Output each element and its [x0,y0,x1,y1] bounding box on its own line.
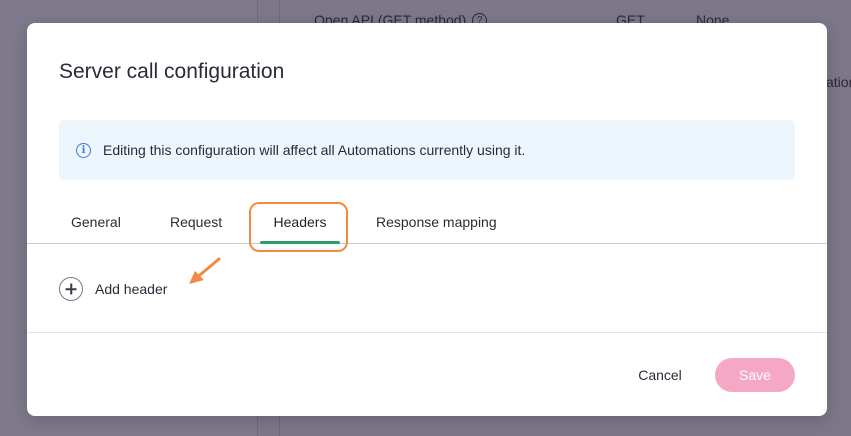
tab-general[interactable]: General [71,200,121,244]
info-banner: i Editing this configuration will affect… [59,120,795,180]
add-header-button[interactable]: Add header [59,277,167,301]
tab-request[interactable]: Request [170,200,222,244]
annotation-highlight-box [249,202,348,252]
server-call-configuration-modal: Server call configuration i Editing this… [27,23,827,416]
add-header-label: Add header [95,281,168,297]
tab-response-mapping[interactable]: Response mapping [376,200,497,244]
footer-divider [27,332,827,333]
info-text: Editing this configuration will affect a… [103,142,526,158]
modal-title: Server call configuration [59,60,285,83]
info-icon: i [76,142,91,158]
plus-circle-icon [59,277,83,301]
cancel-button[interactable]: Cancel [625,358,695,392]
save-button[interactable]: Save [715,358,795,392]
tab-bar: General Request Headers Response mapping [27,200,827,244]
background-truncated-text: ation [826,74,851,90]
annotation-arrow-icon [189,257,221,284]
